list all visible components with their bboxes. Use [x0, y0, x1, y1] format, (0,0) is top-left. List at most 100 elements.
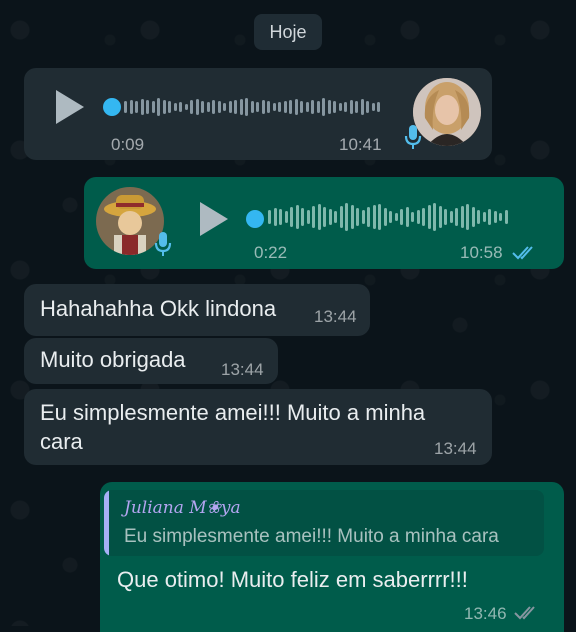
message-time: 10:41: [339, 135, 382, 154]
waveform-bar: [422, 208, 425, 226]
voice-progress-knob[interactable]: [246, 210, 264, 228]
waveform-bar: [306, 210, 310, 224]
waveform-bar: [333, 101, 336, 113]
waveform-bar: [366, 101, 369, 113]
waveform-bar: [317, 204, 321, 230]
waveform-bar: [360, 99, 364, 115]
waveform-bar: [290, 207, 293, 227]
waveform-bar: [488, 209, 491, 225]
waveform-bar: [261, 100, 265, 114]
waveform-bar: [168, 101, 171, 113]
voice-message-outgoing[interactable]: 0:22 10:58: [84, 177, 564, 269]
date-separator: Hoje: [254, 14, 322, 50]
voice-duration: 0:22: [254, 243, 288, 262]
double-check-icon: [512, 246, 533, 260]
waveform-bar: [327, 100, 331, 114]
waveform-bar: [173, 103, 177, 111]
waveform-bar: [438, 206, 442, 228]
waveform-bar: [239, 99, 243, 115]
message-time: 13:44: [221, 360, 264, 379]
waveform-bar: [389, 211, 392, 223]
quote-bar: [104, 490, 109, 556]
waveform-bar: [283, 101, 287, 113]
waveform-bar: [272, 103, 276, 111]
waveform-bar: [129, 100, 133, 114]
text-message-incoming[interactable]: Eu simplesmente amei!!! Muito a minha ca…: [24, 389, 492, 465]
waveform-bar: [184, 104, 188, 110]
waveform-bar: [250, 101, 254, 113]
message-text: Hahahahha Okk lindona: [40, 296, 277, 321]
waveform-bar: [355, 101, 358, 113]
waveform-bar: [400, 209, 403, 225]
voice-waveform[interactable]: [124, 94, 383, 120]
voice-waveform[interactable]: [268, 201, 510, 233]
waveform-bar: [427, 205, 431, 229]
waveform-bar: [493, 211, 497, 223]
waveform-bar: [322, 98, 325, 116]
contact-avatar[interactable]: [413, 78, 481, 146]
waveform-bar: [499, 213, 502, 221]
waveform-bar: [295, 205, 299, 229]
waveform-bar: [284, 211, 288, 223]
waveform-bar: [305, 102, 309, 112]
waveform-bar: [455, 208, 458, 226]
waveform-bar: [267, 101, 270, 113]
voice-message-incoming[interactable]: 0:09 10:41: [24, 68, 492, 160]
waveform-bar: [471, 207, 475, 227]
waveform-bar: [378, 204, 381, 230]
waveform-bar: [377, 102, 380, 112]
mic-icon: [154, 232, 172, 256]
waveform-bar: [279, 209, 282, 225]
waveform-bar: [350, 205, 354, 229]
waveform-bar: [162, 100, 166, 114]
text-message-incoming[interactable]: Hahahahha Okk lindona 13:44: [24, 284, 370, 336]
waveform-bar: [367, 207, 370, 227]
waveform-bar: [151, 101, 155, 113]
waveform-bar: [323, 207, 326, 227]
waveform-bar: [301, 208, 304, 226]
waveform-bar: [349, 100, 353, 114]
waveform-bar: [460, 206, 464, 228]
waveform-bar: [361, 210, 365, 224]
waveform-bar: [477, 210, 480, 224]
play-icon[interactable]: [56, 90, 84, 124]
message-time: 13:46: [464, 604, 507, 623]
voice-progress-knob[interactable]: [103, 98, 121, 116]
waveform-bar: [416, 210, 420, 224]
waveform-bar: [394, 213, 398, 221]
waveform-bar: [356, 208, 359, 226]
quoted-message[interactable]: Juliana M❀ya Eu simplesmente amei!!! Mui…: [104, 490, 544, 556]
waveform-bar: [345, 203, 348, 231]
message-text-line-2: cara: [40, 429, 83, 454]
waveform-bar: [449, 211, 453, 223]
waveform-bar: [140, 99, 144, 115]
double-check-icon: [514, 606, 535, 620]
waveform-bar: [179, 102, 182, 112]
message-time: 10:58: [460, 243, 503, 262]
message-text: Muito obrigada: [40, 347, 186, 372]
quoted-author: Juliana M❀ya: [124, 498, 241, 518]
waveform-bar: [344, 102, 347, 112]
waveform-bar: [223, 103, 226, 111]
waveform-bar: [312, 206, 315, 228]
waveform-bar: [273, 208, 277, 226]
message-time: 13:44: [314, 307, 357, 326]
text-message-incoming[interactable]: Muito obrigada 13:44: [24, 338, 278, 384]
message-text-line-1: Eu simplesmente amei!!! Muito a minha: [40, 400, 426, 425]
waveform-bar: [245, 98, 248, 116]
waveform-bar: [124, 101, 127, 113]
waveform-bar: [504, 210, 508, 224]
quoted-text: Eu simplesmente amei!!! Muito a minha ca…: [124, 526, 499, 547]
waveform-bar: [383, 208, 387, 226]
waveform-bar: [146, 100, 149, 114]
waveform-bar: [311, 100, 314, 114]
waveform-bar: [482, 212, 486, 222]
waveform-bar: [372, 205, 376, 229]
play-icon[interactable]: [200, 202, 228, 236]
waveform-bar: [135, 101, 138, 113]
waveform-bar: [334, 211, 337, 223]
waveform-bar: [157, 98, 160, 116]
voice-duration: 0:09: [111, 135, 145, 154]
waveform-bar: [289, 100, 292, 114]
waveform-bar: [371, 103, 375, 111]
